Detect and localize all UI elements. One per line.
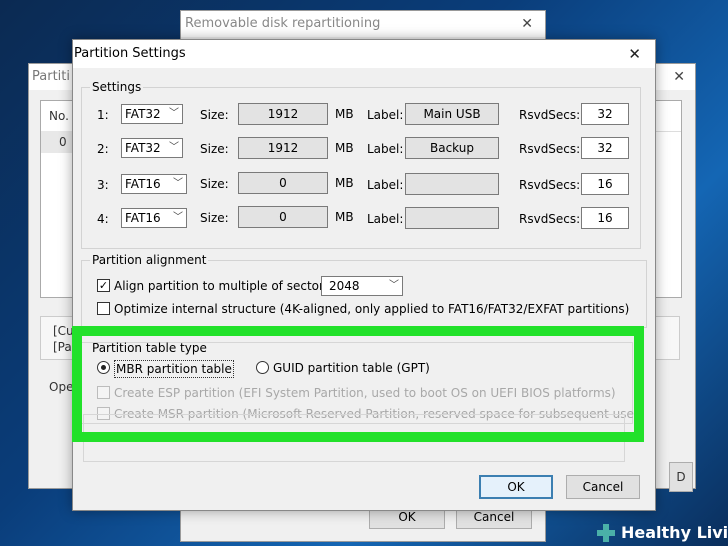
highlight-frame [72,326,644,442]
dialog-title-text: Partition Settings [74,46,186,61]
label-field[interactable]: Main USB [405,103,499,125]
settings-group-label: Settings [90,80,144,94]
align-label: Align partition to multiple of sectors: [114,279,335,293]
chevron-down-icon: ﹀ [173,212,183,223]
filesystem-select[interactable]: FAT32 ﹀ [121,104,183,124]
mb-label: MB [335,107,354,121]
rsvdsecs-label: RsvdSecs: [519,212,581,226]
checkmark-icon: ✓ [98,279,109,292]
sectors-select[interactable]: 2048 ﹀ [321,276,403,296]
label-label: Label: [367,212,404,226]
optimize-checkbox[interactable] [97,302,110,315]
dialog-title: Partition Settings [73,40,655,68]
filesystem-value: FAT16 [125,177,161,191]
size-field[interactable]: 0 [238,206,328,228]
filesystem-value: FAT32 [125,107,161,121]
close-icon[interactable]: ✕ [628,40,641,68]
filesystem-value: FAT16 [125,211,161,225]
plus-icon [597,524,615,542]
partition-number: 3: [97,178,109,192]
alignment-group-label: Partition alignment [90,253,209,267]
partition-number: 2: [97,142,109,156]
size-label: Size: [200,177,229,191]
cancel-button[interactable]: Cancel [566,475,640,499]
size-field[interactable]: 0 [238,172,328,194]
filesystem-select[interactable]: FAT32 ﹀ [121,138,183,158]
rsvdsecs-label: RsvdSecs: [519,108,581,122]
mb-label: MB [335,141,354,155]
filesystem-select[interactable]: FAT16 ﹀ [121,208,187,228]
sectors-value: 2048 [329,279,360,293]
chevron-down-icon: ﹀ [169,142,179,153]
align-checkbox[interactable]: ✓ [97,279,110,292]
size-field[interactable]: 1912 [238,137,328,159]
chevron-down-icon: ﹀ [389,280,399,291]
label-label: Label: [367,178,404,192]
rsvdsecs-field[interactable]: 16 [581,173,629,195]
rsvdsecs-field[interactable]: 16 [581,207,629,229]
rsvdsecs-field[interactable]: 32 [581,137,629,159]
window-title: Removable disk repartitioning [181,11,545,37]
label-label: Label: [367,142,404,156]
size-field[interactable]: 1912 [238,103,328,125]
chevron-down-icon: ﹀ [173,178,183,189]
close-icon[interactable]: ✕ [521,11,533,37]
side-button[interactable]: D [669,462,693,492]
filesystem-value: FAT32 [125,141,161,155]
size-label: Size: [200,211,229,225]
close-icon[interactable]: ✕ [673,64,685,90]
label-label: Label: [367,108,404,122]
ok-button[interactable]: OK [479,475,553,499]
size-label: Size: [200,142,229,156]
mb-label: MB [335,176,354,190]
operations-label: Ope [49,380,74,394]
chevron-down-icon: ﹀ [169,108,179,119]
size-label: Size: [200,108,229,122]
label-field[interactable] [405,207,499,229]
logo-text: Healthy Living [621,523,728,542]
mb-label: MB [335,210,354,224]
partition-number: 4: [97,212,109,226]
label-field[interactable]: Backup [405,137,499,159]
optimize-label: Optimize internal structure (4K-aligned,… [114,302,630,316]
filesystem-select[interactable]: FAT16 ﹀ [121,174,187,194]
rsvdsecs-field[interactable]: 32 [581,103,629,125]
partition-number: 1: [97,108,109,122]
rsvdsecs-label: RsvdSecs: [519,142,581,156]
rsvdsecs-label: RsvdSecs: [519,178,581,192]
label-field[interactable] [405,173,499,195]
